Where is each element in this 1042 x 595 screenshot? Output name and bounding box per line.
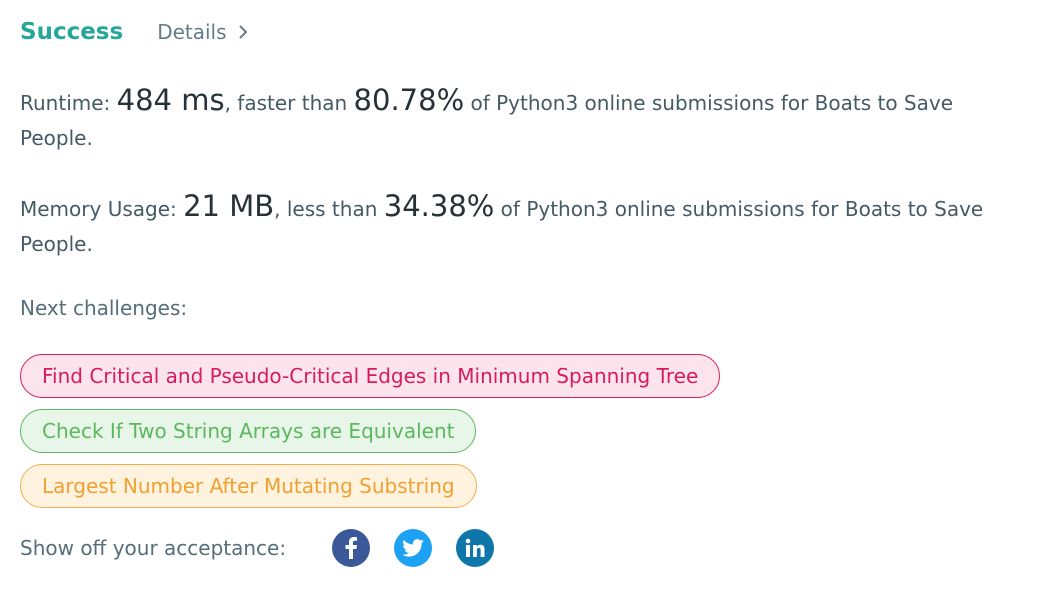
runtime-percent: 80.78% — [353, 83, 465, 117]
runtime-value: 484 ms — [116, 83, 225, 117]
challenge-chip-easy[interactable]: Check If Two String Arrays are Equivalen… — [20, 409, 477, 453]
facebook-icon — [345, 537, 358, 559]
memory-label: Memory Usage: — [20, 197, 177, 221]
runtime-label: Runtime: — [20, 91, 111, 115]
memory-stat: Memory Usage: 21 MB, less than 34.38% of… — [20, 189, 1020, 262]
details-label: Details — [157, 20, 227, 44]
share-label: Show off your acceptance: — [20, 536, 287, 560]
chevron-right-icon — [238, 25, 247, 39]
details-link[interactable]: Details — [157, 20, 248, 44]
status-row: Success Details — [20, 14, 249, 50]
share-row: Show off your acceptance: — [20, 528, 495, 568]
memory-value: 21 MB — [183, 189, 275, 223]
submission-result-panel: Success Details Runtime: 484 ms, faster … — [0, 0, 1042, 595]
memory-percent: 34.38% — [383, 189, 495, 223]
next-challenges-label: Next challenges: — [20, 296, 188, 320]
facebook-share-button[interactable] — [332, 529, 371, 567]
twitter-share-button[interactable] — [394, 529, 433, 567]
linkedin-share-button[interactable] — [456, 529, 495, 567]
runtime-stat: Runtime: 484 ms, faster than 80.78% of P… — [20, 83, 1020, 156]
challenge-chip-hard[interactable]: Find Critical and Pseudo-Critical Edges … — [20, 354, 721, 398]
status-title: Success — [20, 19, 124, 45]
challenge-chip-medium[interactable]: Largest Number After Mutating Substring — [20, 464, 477, 508]
twitter-icon — [402, 539, 424, 557]
linkedin-icon — [465, 538, 485, 557]
memory-comparison: , less than — [274, 197, 384, 221]
runtime-comparison: , faster than — [224, 91, 354, 115]
